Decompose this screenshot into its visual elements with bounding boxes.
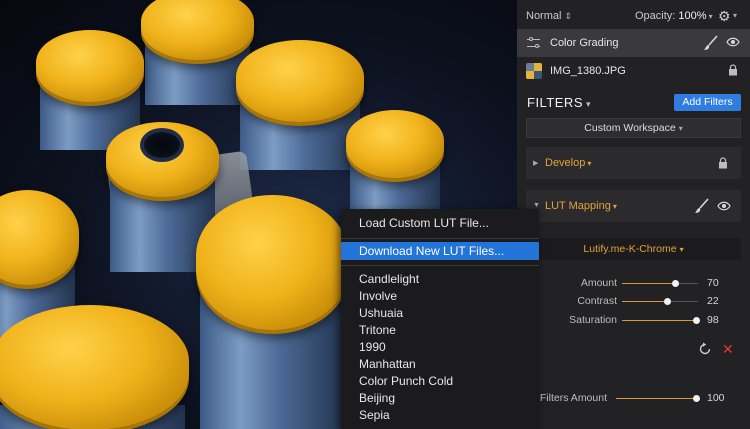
film-canister — [0, 305, 189, 429]
param-label: Filters Amount — [539, 392, 607, 404]
amount-slider[interactable] — [622, 280, 698, 287]
filter-develop[interactable]: ▶ Develop ▾ — [526, 147, 741, 179]
layer-row-base-image[interactable]: IMG_1380.JPG — [517, 57, 750, 85]
slider-knob[interactable] — [693, 317, 701, 324]
lock-icon — [719, 157, 727, 169]
menu-item-lut[interactable]: Involve — [341, 287, 539, 305]
lut-select[interactable]: Lutify.me-K-Chrome ▾ — [526, 238, 741, 260]
opacity-value: 100% — [678, 10, 707, 22]
lut-dropdown-menu: Load Custom LUT File... Download New LUT… — [341, 209, 539, 429]
blend-row: Normal ⇕ Opacity: 100% ▾ ⚙ ▾ — [517, 0, 750, 32]
film-canister — [196, 195, 349, 429]
opacity-label: Opacity: — [635, 10, 676, 22]
close-icon[interactable]: ✕ — [722, 342, 734, 356]
reset-icon[interactable] — [698, 342, 712, 356]
menu-item-lut[interactable]: Color Punch Cold — [341, 372, 539, 390]
collapse-triangle-icon[interactable]: ▼ — [533, 202, 540, 209]
gear-icon[interactable]: ⚙ — [718, 8, 731, 25]
film-canister — [346, 110, 444, 220]
brush-icon[interactable] — [703, 35, 719, 51]
param-amount: Amount 70 — [517, 275, 750, 291]
expand-triangle-icon[interactable]: ▶ — [533, 159, 538, 167]
contrast-slider[interactable] — [622, 298, 698, 305]
menu-item-load-custom-lut[interactable]: Load Custom LUT File... — [341, 214, 539, 232]
menu-separator — [341, 238, 539, 239]
chevron-down-icon: ▾ — [612, 202, 617, 211]
menu-item-lut[interactable]: Tritone — [341, 321, 539, 339]
chevron-down-icon: ▾ — [587, 159, 592, 168]
brush-icon[interactable] — [694, 198, 710, 214]
opacity-control[interactable]: Opacity: 100% ▾ — [635, 10, 713, 22]
chevron-down-icon[interactable]: ▾ — [733, 11, 737, 20]
slider-knob[interactable] — [663, 298, 671, 305]
chevron-down-icon: ▾ — [586, 99, 592, 109]
menu-item-lut[interactable]: Candlelight — [341, 270, 539, 288]
lock-icon — [729, 64, 737, 76]
chevron-down-icon: ▾ — [678, 124, 683, 133]
saturation-slider[interactable] — [622, 317, 701, 324]
layers-filters-panel: Normal ⇕ Opacity: 100% ▾ ⚙ ▾ Color Grading… — [517, 0, 750, 429]
image-thumbnail — [526, 63, 542, 79]
workspace-value: Custom Workspace — [584, 122, 676, 134]
adjustment-sliders-icon — [526, 35, 542, 51]
slider-fill — [622, 320, 697, 321]
slider-fill — [622, 301, 667, 302]
eye-icon[interactable] — [717, 201, 731, 211]
filters-header: FILTERS — [527, 95, 583, 110]
menu-item-lut[interactable]: Manhattan — [341, 355, 539, 373]
filter-title: LUT Mapping — [545, 200, 611, 212]
param-contrast: Contrast 22 — [517, 293, 750, 309]
param-value[interactable]: 100 — [707, 392, 725, 404]
param-value[interactable]: 70 — [707, 277, 719, 289]
param-value[interactable]: 22 — [707, 295, 719, 307]
film-canister — [236, 40, 364, 170]
workspace-select[interactable]: Custom Workspace ▾ — [526, 118, 741, 138]
lut-select-value: Lutify.me-K-Chrome — [583, 243, 677, 255]
layer-label: Color Grading — [550, 37, 619, 49]
blend-mode-value: Normal — [526, 10, 562, 22]
slider-knob[interactable] — [672, 280, 680, 287]
film-canister — [141, 0, 254, 105]
menu-item-lut[interactable]: 1990 — [341, 338, 539, 356]
eye-icon[interactable] — [726, 37, 740, 47]
param-label: Amount — [580, 277, 617, 289]
up-down-chevron-icon: ⇕ — [564, 11, 572, 21]
filter-title: Develop — [545, 157, 586, 169]
menu-item-lut[interactable]: Ushuaia — [341, 304, 539, 322]
filters-menu[interactable]: FILTERS ▾ — [527, 95, 591, 110]
menu-item-download-lut[interactable]: Download New LUT Files... — [341, 242, 539, 260]
slider-knob[interactable] — [693, 395, 700, 402]
param-saturation: Saturation 98 — [517, 312, 750, 328]
param-label: Saturation — [569, 314, 617, 326]
chevron-down-icon: ▾ — [679, 245, 684, 254]
filter-title-menu[interactable]: LUT Mapping ▾ — [545, 200, 617, 212]
add-filters-button[interactable]: Add Filters — [674, 94, 741, 111]
slider-fill — [622, 283, 676, 284]
layer-label: IMG_1380.JPG — [550, 65, 626, 77]
menu-separator — [341, 265, 539, 266]
filters-amount-slider[interactable] — [616, 395, 700, 402]
param-filters-amount: Filters Amount 100 — [517, 390, 750, 406]
menu-item-lut[interactable]: Sepia — [341, 406, 539, 424]
menu-item-lut[interactable]: Beijing — [341, 389, 539, 407]
param-label: Contrast — [577, 295, 617, 307]
filter-title-menu[interactable]: Develop ▾ — [545, 157, 591, 169]
param-value[interactable]: 98 — [707, 314, 719, 326]
layer-row-color-grading[interactable]: Color Grading — [517, 29, 750, 57]
film-spool-hole — [140, 128, 184, 162]
chevron-down-icon: ▾ — [708, 12, 713, 21]
filter-lut-mapping[interactable]: ▼ LUT Mapping ▾ — [526, 190, 741, 222]
blend-mode-select[interactable]: Normal ⇕ — [526, 10, 572, 22]
